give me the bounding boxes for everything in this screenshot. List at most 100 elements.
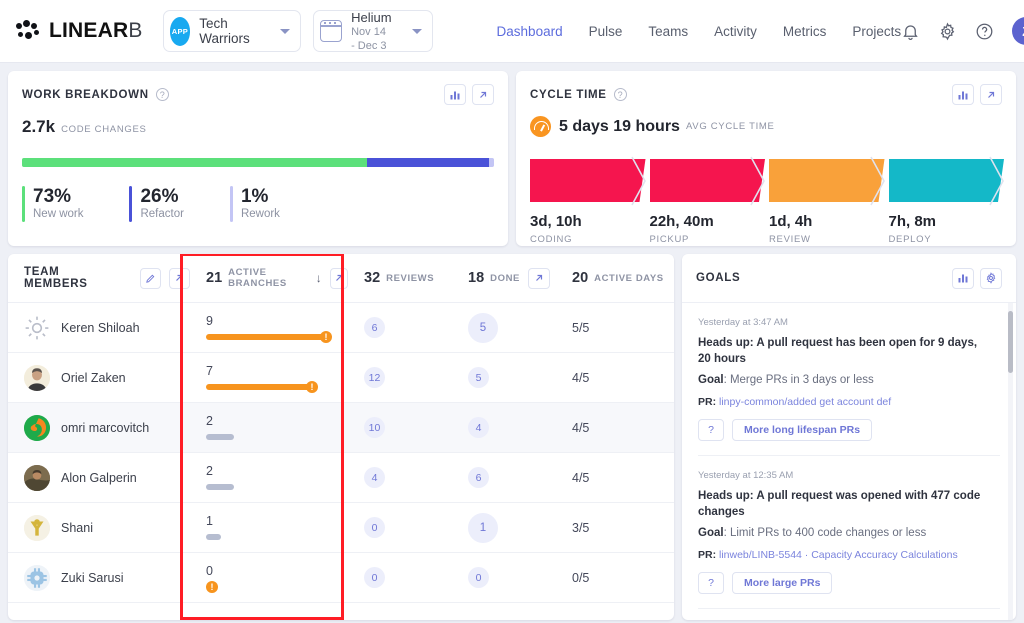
table-row[interactable]: Keren Shiloah 9! 6 5 5/5 [8,303,674,353]
reviews-badge: 0 [364,567,385,588]
done-badge: 1 [468,512,498,543]
main-nav: Dashboard Pulse Teams Activity Metrics P… [497,24,902,39]
table-row[interactable]: Oriel Zaken 7! 12 5 4/5 [8,353,674,403]
table-row[interactable]: omri marcovitch 2 10 4 4/5 [8,403,674,453]
date-range-selector[interactable]: Helium Nov 14 - Dec 3 [313,10,433,53]
expand-button[interactable] [980,84,1002,105]
bar-segment-new-work [22,158,367,167]
table-row[interactable]: Zuki Sarusi 0! 0 0 0/5 [8,553,674,603]
chart-view-button[interactable] [952,267,974,289]
cycle-time-average: 5 days 19 hours AVG CYCLE TIME [516,105,1016,137]
work-breakdown-bar [22,158,494,167]
reviews-count: 32 [364,270,381,286]
nav-item-projects[interactable]: Projects [852,24,901,39]
done-cell: 1 [452,503,556,552]
active-branches-bar [206,483,234,492]
goal-action-button[interactable]: More large PRs [732,572,833,594]
goal-pr-link[interactable]: linweb/LINB-5544 · Capacity Accuracy Cal… [719,549,958,561]
legend-item-rework: 1% Rework [229,186,280,222]
warning-badge-icon: ! [206,581,218,593]
cycle-time-header: CYCLE TIME ? [516,71,1016,105]
sort-descending-icon[interactable]: ↓ [316,271,322,285]
active-days-value: 4/5 [572,420,590,435]
goal-pr-link[interactable]: linpy-common/added get account def [719,396,891,408]
column-header-active-branches[interactable]: 21 ACTIVE BRANCHES ↓ [190,254,348,302]
gear-icon[interactable] [938,21,957,41]
active-branches-bar: ! [206,581,218,593]
goal-action-button[interactable]: More long lifespan PRs [732,419,873,441]
nav-item-teams[interactable]: Teams [648,24,688,39]
expand-button[interactable] [329,267,348,289]
help-icon[interactable]: ? [613,88,627,101]
goal-help-button[interactable]: ? [698,419,724,441]
column-header-reviews[interactable]: 32 REVIEWS [348,254,452,302]
active-days-cell: 4/5 [556,403,674,452]
work-breakdown-legend: 73% New work 26% Refactor 1% Rework [22,186,494,222]
stage-deploy: 7h, 8m DEPLOY [888,156,1009,245]
team-members-header-row: TEAM MEMBERS 21 ACTIVE BRANCHES ↓ 32 REV… [8,254,674,303]
top-cards-row: WORK BREAKDOWN ? 2.7k CODE CHANGES 73% N… [8,71,1016,246]
nav-item-metrics[interactable]: Metrics [783,24,827,39]
stage-pickup: 22h, 40m PICKUP [649,156,770,245]
work-breakdown-header: WORK BREAKDOWN ? [8,71,508,105]
settings-button[interactable] [980,267,1002,289]
goal-label: Goal [698,374,724,386]
nav-item-pulse[interactable]: Pulse [589,24,623,39]
active-days-value: 4/5 [572,370,590,385]
expand-button[interactable] [168,267,191,289]
column-header-done[interactable]: 18 DONE [452,254,556,302]
expand-button[interactable] [528,267,550,289]
avg-cycle-time-value: 5 days 19 hours [559,117,680,135]
team-selector[interactable]: APP Tech Warriors [162,10,302,52]
chart-view-button[interactable] [952,84,974,105]
done-badge: 4 [468,417,489,438]
goal-pr-row: PR: linweb/LINB-5544 · Capacity Accuracy… [698,549,958,561]
bell-icon[interactable] [901,22,920,41]
goals-scrollbar-thumb[interactable] [1008,311,1013,373]
reviews-badge: 0 [364,517,385,538]
cycle-time-title: CYCLE TIME [530,88,607,101]
gauge-icon [530,116,551,137]
avg-cycle-time-caption: AVG CYCLE TIME [685,121,775,132]
team-selector-label: Tech Warriors [199,16,250,46]
legend-color-new-work [22,186,25,222]
help-icon[interactable] [975,22,994,41]
work-breakdown-actions [444,84,494,105]
reviews-cell: 0 [348,503,452,552]
member-name: omri marcovitch [61,420,150,435]
goals-actions [952,267,1002,289]
logo-text: LINEARB [49,19,143,42]
goal-timestamp: Yesterday at 3:47 AM [698,317,788,328]
nav-item-activity[interactable]: Activity [714,24,757,39]
expand-button[interactable] [472,84,494,105]
user-avatar[interactable]: Z [1012,17,1024,45]
goals-list[interactable]: Yesterday at 3:47 AM Heads up: A pull req… [682,303,1016,620]
help-icon[interactable]: ? [155,88,169,101]
goals-title: GOALS [696,272,741,284]
goal-buttons: ? More long lifespan PRs [698,419,990,441]
member-name: Oriel Zaken [61,370,126,385]
done-badge: 5 [468,312,498,343]
edit-button[interactable] [139,267,161,289]
legend-value-refactor: 26% [140,186,179,207]
active-branches-value: 7 [206,363,213,378]
active-days-cell: 4/5 [556,453,674,502]
table-row[interactable]: Alon Galperin 2 4 6 4/5 [8,453,674,503]
chevron-separator-icon [749,155,767,207]
team-members-card: TEAM MEMBERS 21 ACTIVE BRANCHES ↓ 32 REV… [8,254,674,620]
stage-label-deploy: DEPLOY [888,234,932,245]
member-cell: omri marcovitch [8,403,190,452]
date-block: Helium Nov 14 - Dec 3 [351,10,391,53]
bar-segment-rework [489,158,494,167]
goal-pr-row: PR: linpy-common/added get account def [698,396,892,408]
column-header-active-days[interactable]: 20 ACTIVE DAYS [556,254,674,302]
top-icon-group: Z [901,17,1024,45]
table-row[interactable]: Shani 1 0 1 3/5 [8,503,674,553]
nav-item-dashboard[interactable]: Dashboard [497,24,563,39]
logo-mark-icon [16,20,42,42]
chart-view-button[interactable] [444,84,466,105]
avatar [24,564,50,591]
legend-label-rework: Rework [240,208,280,220]
active-branches-value: 0 [206,563,213,578]
goal-help-button[interactable]: ? [698,572,724,594]
